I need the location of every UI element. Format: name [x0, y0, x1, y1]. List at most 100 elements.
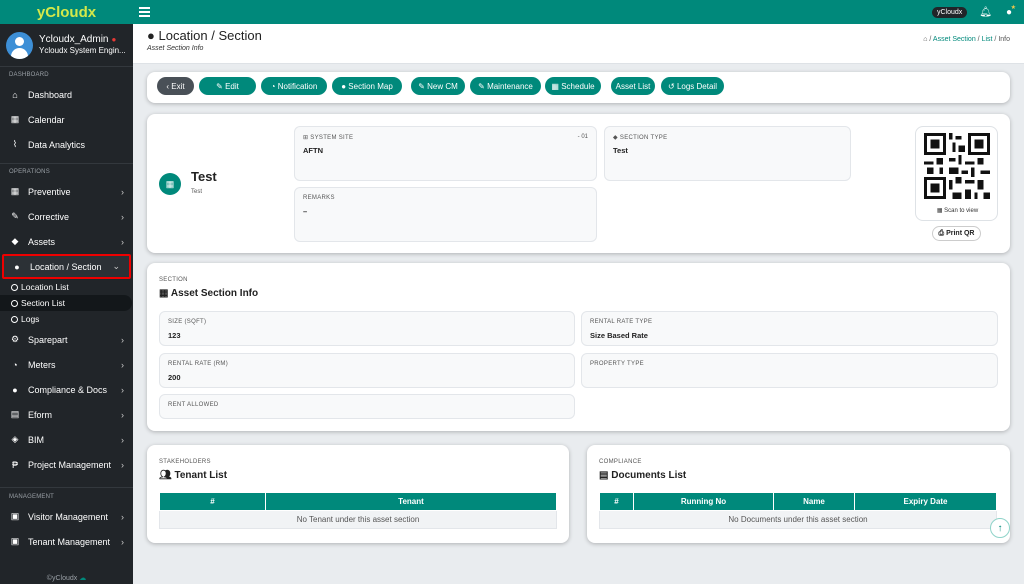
sidebar-item-assets[interactable]: ◆ Assets › — [0, 229, 133, 254]
bell-icon[interactable]: 🔔︎ — [979, 7, 992, 18]
rental-rate-field: RENTAL RATE (RM) 200 — [159, 353, 575, 388]
property-type-field: PROPERTY TYPE — [581, 353, 998, 388]
section-info-card: SECTION ▦ Asset Section Info SIZE (SQFT)… — [147, 263, 1010, 431]
scroll-to-top-icon[interactable]: ↑ — [990, 518, 1010, 538]
chevron-right-icon: › — [121, 536, 124, 547]
sidebar-item-project[interactable]: ₱ Project Management › — [0, 452, 133, 477]
schedule-button[interactable]: ▦ Schedule — [545, 77, 601, 95]
col-number: # — [159, 492, 266, 511]
table-header-row: # Tenant — [159, 492, 557, 511]
breadcrumb-asset-section[interactable]: Asset Section — [933, 36, 976, 43]
sidebar-footer: ©yCloudx ☁ — [46, 575, 87, 582]
remarks-label: REMARKS — [303, 195, 335, 201]
globe-icon: ● — [14, 261, 20, 272]
section-map-button[interactable]: ● Section Map — [332, 77, 402, 95]
chevron-right-icon: › — [121, 236, 124, 247]
sidebar-item-analytics[interactable]: ⌇ Data Analytics — [0, 132, 133, 157]
page-subtitle: Asset Section Info — [147, 45, 204, 52]
chevron-right-icon: › — [121, 334, 124, 345]
exit-button[interactable]: ‹ Exit — [157, 77, 194, 95]
col-tenant: Tenant — [265, 492, 557, 511]
hamburger-menu-icon[interactable] — [139, 5, 150, 19]
sidebar-item-visitor[interactable]: ▣ Visitor Management › — [0, 504, 133, 529]
rent-allowed-field: RENT ALLOWED — [159, 394, 575, 419]
grid-icon: ▦ — [159, 288, 169, 299]
section-heading-operations: OPERATIONS — [9, 169, 50, 175]
status-dot-icon: ● — [111, 35, 117, 44]
chevron-right-icon: › — [121, 211, 124, 222]
sidebar-subitem-logs[interactable]: Logs — [0, 311, 133, 327]
user-menu-icon[interactable]: ● ★ — [1006, 5, 1016, 18]
section-type-field: ◆ SECTION TYPE Test — [604, 126, 851, 181]
section-type-value: Test — [613, 146, 628, 155]
sidebar-item-preventive[interactable]: ▦ Preventive › — [0, 179, 133, 204]
breadcrumb-list[interactable]: List — [982, 36, 993, 43]
notification-button[interactable]: ◔ Notification — [261, 77, 327, 95]
print-qr-button[interactable]: ⎙ Print QR — [932, 226, 981, 241]
grid-icon: ▦ — [159, 173, 181, 195]
edit-button[interactable]: ✎ Edit — [199, 77, 256, 95]
new-cm-button[interactable]: ✎ New CM — [411, 77, 465, 95]
table-header-row: # Running No Name Expiry Date — [599, 492, 997, 511]
sidebar-item-eform[interactable]: ▤ Eform › — [0, 402, 133, 427]
user-name: Ycloudx_Admin — [39, 34, 109, 45]
chevron-right-icon: › — [121, 459, 124, 470]
tag-icon: ◆ — [11, 236, 19, 246]
sidebar-item-corrective[interactable]: ✎ Corrective › — [0, 204, 133, 229]
maintenance-button[interactable]: ✎ Maintenance — [470, 77, 541, 95]
calendar-icon: ▦ — [551, 81, 562, 91]
chevron-right-icon: › — [121, 384, 124, 395]
chevron-right-icon: › — [121, 511, 124, 522]
documents-table: # Running No Name Expiry Date No Documen… — [599, 492, 997, 529]
section-heading-management: MANAGEMENT — [9, 494, 55, 500]
stakeholders-card: STAKEHOLDERS 👥︎ Tenant List # Tenant No T… — [147, 445, 569, 543]
system-site-code: - 01 — [577, 134, 588, 140]
avatar-icon — [6, 31, 33, 59]
cube-icon: ◈ — [11, 434, 19, 444]
sidebar-item-bim[interactable]: ◈ BIM › — [0, 427, 133, 452]
users-icon: 👥︎ — [159, 470, 172, 481]
asset-list-button[interactable]: Asset List — [611, 77, 655, 95]
wrench-icon: ✎ — [418, 81, 428, 91]
id-card-icon: ▣ — [10, 536, 20, 546]
qr-code-icon[interactable] — [924, 133, 990, 199]
qr-panel: ▦ Scan to view — [915, 126, 998, 221]
col-number: # — [599, 492, 634, 511]
sidebar-item-sparepart[interactable]: ⚙ Sparepart › — [0, 327, 133, 352]
user-role: Ycloudx System Engin... — [39, 46, 126, 55]
sidebar-item-tenant[interactable]: ▣ Tenant Management › — [0, 529, 133, 554]
tenant-table: # Tenant No Tenant under this asset secti… — [159, 492, 557, 529]
home-icon[interactable]: ⌂ — [923, 36, 927, 43]
calendar-icon: ▦ — [10, 114, 20, 124]
sidebar-item-calendar[interactable]: ▦ Calendar — [0, 107, 133, 132]
empty-tenant-message: No Tenant under this asset section — [159, 510, 557, 529]
page-title: Location / Section — [158, 28, 262, 43]
chevron-right-icon: › — [121, 359, 124, 370]
qrcode-small-icon: ▦ — [936, 208, 943, 214]
system-site-field: ⊞ SYSTEM SITE - 01 AFTN — [294, 126, 597, 181]
size-field: SIZE (SQFT) 123 — [159, 311, 575, 346]
section-description: Test — [191, 189, 203, 195]
sidebar-item-location-section[interactable]: ● Location / Section ⌄ — [2, 254, 131, 279]
topbar: yCloudx 🔔︎ ● ★ — [133, 0, 1024, 24]
user-panel[interactable]: Ycloudx_Admin ● Ycloudx System Engin... — [0, 24, 133, 67]
logs-detail-button[interactable]: ↺ Logs Detail — [661, 77, 724, 95]
calendar-check-icon: ▦ — [10, 186, 20, 196]
brand-logo[interactable]: yCloudx — [0, 0, 133, 24]
sidebar-item-compliance[interactable]: ● Compliance & Docs › — [0, 377, 133, 402]
printer-icon: ⎙ — [938, 229, 947, 237]
sidebar-subitem-section-list[interactable]: Section List — [0, 295, 132, 311]
size-value: 123 — [168, 331, 181, 340]
tenant-badge[interactable]: yCloudx — [931, 6, 968, 18]
gauge-icon: ◔ — [12, 359, 18, 370]
sidebar-item-meters[interactable]: ◔ Meters › — [0, 352, 133, 377]
document-icon: ▤ — [10, 409, 20, 419]
sidebar-subitem-location-list[interactable]: Location List — [0, 279, 133, 295]
sidebar-item-dashboard[interactable]: ⌂ Dashboard — [0, 82, 133, 107]
breadcrumb: ⌂ / Asset Section / List / Info — [923, 36, 1010, 43]
globe-icon: ● — [341, 81, 349, 91]
star-icon: ★ — [1010, 4, 1016, 11]
rental-rate-type-value: Size Based Rate — [590, 331, 648, 340]
circle-icon: ● — [12, 384, 18, 395]
circle-icon — [11, 283, 18, 291]
